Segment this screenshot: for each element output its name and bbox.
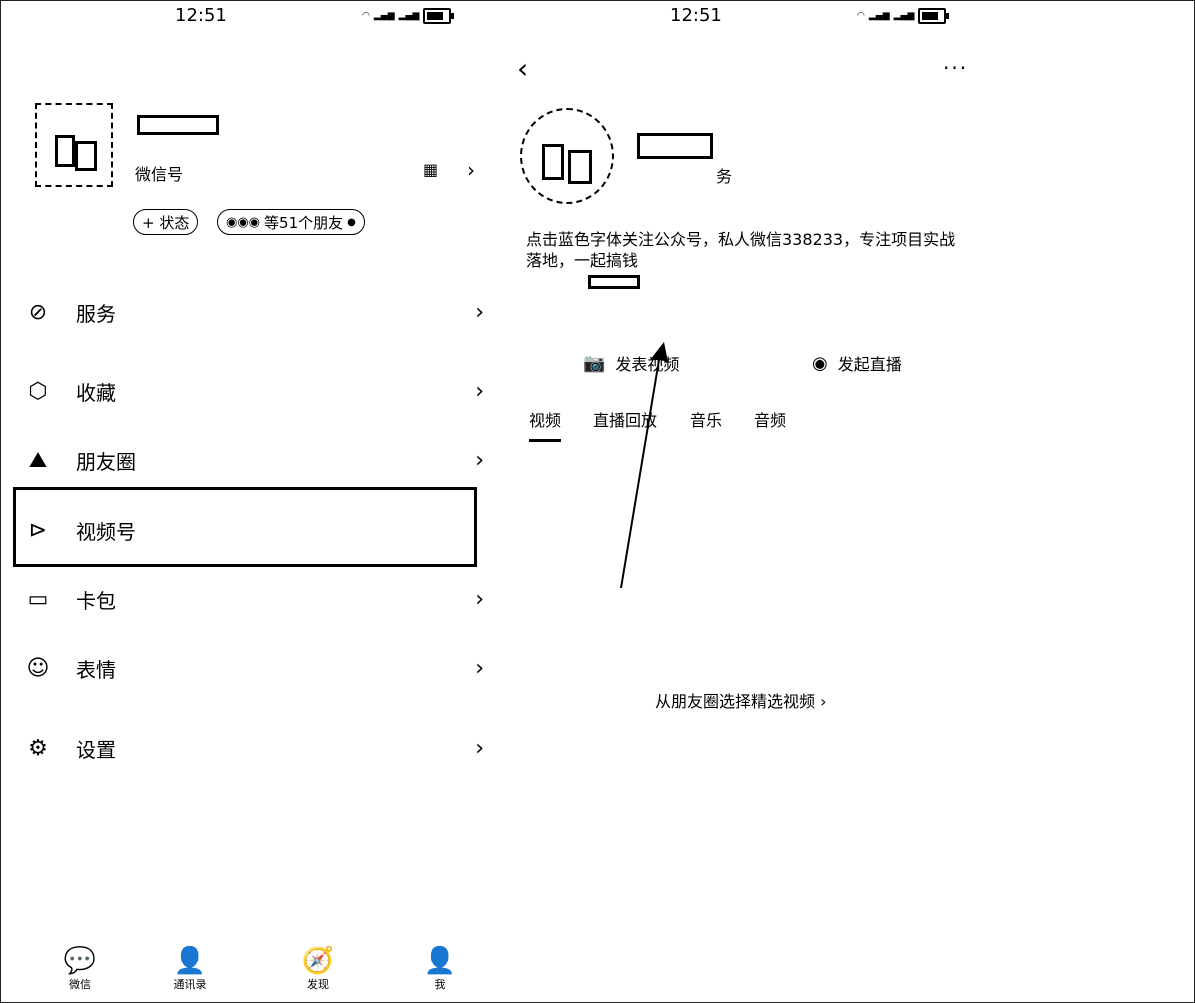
menu-label: 朋友圈	[76, 449, 136, 474]
chevron-right-icon: ›	[475, 299, 484, 325]
menu-label: 表情	[76, 657, 116, 682]
channel-subtitle: 务	[716, 167, 733, 186]
live-icon: ◉	[812, 352, 828, 374]
wallet-icon: ▭	[27, 586, 49, 612]
battery-icon	[423, 8, 455, 24]
nav-discover[interactable]: 🧭 发现	[288, 946, 348, 992]
start-live-label: 发起直播	[837, 355, 902, 374]
status-icons: ◠ ▂▄▆ ▂▄▆	[362, 8, 455, 24]
redacted-line	[588, 275, 640, 289]
menu-label: 设置	[76, 737, 116, 762]
menu-item-cards[interactable]: ▭ 卡包 ›	[24, 579, 484, 619]
tab-audio[interactable]: 音频	[754, 407, 786, 431]
chevron-right-icon: ›	[475, 447, 484, 473]
nav-label: 发现	[307, 978, 329, 991]
status-time: 12:51	[175, 5, 227, 26]
chevron-right-icon[interactable]: ›	[467, 158, 475, 182]
status-button[interactable]: + 状态	[133, 209, 199, 235]
gear-icon: ⚙	[28, 735, 48, 761]
chevron-right-icon: ›	[475, 378, 484, 404]
menu-label: 收藏	[76, 380, 116, 405]
menu-item-moments[interactable]: ⛰ 朋友圈 ›	[24, 440, 484, 480]
menu-item-favorites[interactable]: ⬡ 收藏 ›	[24, 371, 484, 411]
nav-contacts[interactable]: 👤 通讯录	[160, 946, 220, 992]
menu-label: 服务	[76, 301, 116, 326]
service-icon: ⊘	[28, 299, 48, 325]
compass-icon: 🧭	[301, 946, 335, 976]
channel-name-redacted	[637, 133, 713, 159]
image-icon: ⛰	[28, 447, 48, 473]
wifi-icon: ◠	[857, 11, 865, 21]
channel-avatar[interactable]	[520, 108, 614, 204]
menu-item-stickers[interactable]: ☺ 表情 ›	[24, 648, 484, 688]
menu-item-service[interactable]: ⊘ 服务 ›	[24, 292, 484, 332]
back-icon[interactable]: ‹	[517, 52, 528, 85]
tab-video[interactable]: 视频	[529, 407, 562, 442]
menu-item-settings[interactable]: ⚙ 设置 ›	[24, 728, 484, 768]
nav-me[interactable]: 👤 我	[410, 946, 470, 992]
nav-label: 我	[434, 978, 446, 991]
friends-status-pill[interactable]: ◉◉◉ 等51个朋友 ●	[217, 209, 365, 235]
wifi-icon: ◠	[362, 11, 370, 21]
chevron-right-icon: ›	[475, 586, 484, 612]
menu-item-channels[interactable]: ⊳ 视频号	[24, 510, 484, 550]
start-live-button[interactable]: ◉ 发起直播	[812, 351, 902, 375]
dot-icon: ●	[347, 216, 356, 228]
annotation-arrow	[620, 342, 668, 588]
wechat-id-label: 微信号	[135, 165, 184, 184]
friends-count: 等51个朋友	[264, 213, 344, 232]
select-from-moments-link[interactable]: 从朋友圈选择精选视频 ›	[655, 688, 827, 712]
friend-avatars-icon: ◉◉◉	[226, 214, 261, 230]
person-icon: 👤	[423, 946, 457, 976]
profile-name-redacted	[137, 115, 219, 135]
battery-icon	[918, 8, 950, 24]
smile-icon: ☺	[26, 655, 50, 681]
nav-label: 通讯录	[173, 978, 207, 991]
status-time: 12:51	[670, 5, 722, 26]
chevron-right-icon: ›	[475, 655, 484, 681]
channel-bio: 点击蓝色字体关注公众号，私人微信338233，专注项目实战落地，一起搞钱	[526, 230, 956, 270]
camera-icon: 📷	[583, 352, 606, 374]
more-icon[interactable]: ···	[943, 56, 968, 80]
menu-label: 卡包	[76, 588, 116, 613]
contacts-icon: 👤	[173, 946, 207, 976]
cube-icon: ⬡	[28, 378, 48, 404]
chevron-right-icon: ›	[475, 735, 484, 761]
menu-label: 视频号	[76, 519, 136, 544]
signal-icon: ▂▄▆	[868, 11, 890, 21]
play-icon: ⊳	[28, 517, 48, 543]
signal-icon: ▂▄▆	[893, 11, 915, 21]
nav-chats[interactable]: 💬 微信	[50, 946, 110, 992]
chat-icon: 💬	[63, 946, 97, 976]
status-icons: ◠ ▂▄▆ ▂▄▆	[857, 8, 950, 24]
tab-music[interactable]: 音乐	[690, 407, 722, 431]
signal-icon: ▂▄▆	[398, 11, 420, 21]
avatar[interactable]	[35, 103, 113, 187]
signal-icon: ▂▄▆	[373, 11, 395, 21]
nav-label: 微信	[69, 978, 91, 991]
qrcode-icon[interactable]: ▦	[423, 160, 438, 179]
